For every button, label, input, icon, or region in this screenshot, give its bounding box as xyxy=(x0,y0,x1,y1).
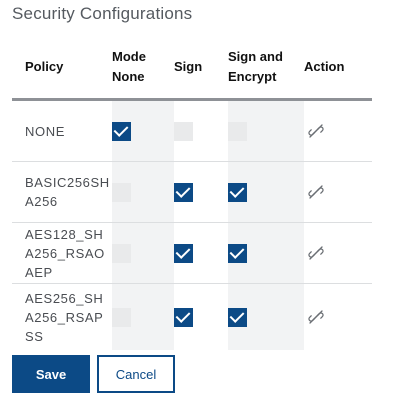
mode-none-checkbox xyxy=(112,182,131,202)
sign-and-encrypt-cell xyxy=(228,161,304,223)
policy-name: BASIC256SHA256 xyxy=(12,161,112,223)
column-header-sign: Sign xyxy=(174,36,228,101)
link-broken-icon[interactable] xyxy=(308,309,324,325)
sign-and-encrypt-cell xyxy=(228,222,304,284)
sign-checkbox[interactable] xyxy=(174,182,193,202)
mode-none-cell-inner xyxy=(112,101,174,161)
sign-cell-inner xyxy=(174,284,228,350)
mode-none-checkbox[interactable] xyxy=(112,121,131,141)
sign-and-encrypt-checkbox[interactable] xyxy=(228,307,247,327)
sign-cell xyxy=(174,284,228,351)
link-broken-icon[interactable] xyxy=(308,184,324,200)
sign-and-encrypt-cell xyxy=(228,283,304,350)
sign-cell xyxy=(174,161,228,223)
sign-cell xyxy=(174,222,228,284)
sign-checkbox xyxy=(174,121,193,141)
sign-checkbox[interactable] xyxy=(174,307,193,327)
sign-cell-inner xyxy=(174,162,228,222)
sign-and-encrypt-cell-inner xyxy=(228,162,304,222)
sign-checkbox[interactable] xyxy=(174,243,193,263)
action-cell xyxy=(304,161,372,223)
action-cell xyxy=(304,99,372,162)
page-title: Security Configurations xyxy=(12,4,193,23)
table-row: BASIC256SHA256 xyxy=(12,161,372,223)
action-cell-inner xyxy=(304,101,372,161)
action-cell-inner xyxy=(304,284,372,350)
link-broken-icon[interactable] xyxy=(308,123,324,139)
mode-none-cell xyxy=(112,222,174,284)
sign-and-encrypt-cell-inner xyxy=(228,101,304,161)
sign-and-encrypt-cell-inner xyxy=(228,223,304,283)
column-header-action: Action xyxy=(304,36,372,101)
sign-cell-inner xyxy=(174,101,228,161)
policy-name: AES256_SHA256_RSAPSS xyxy=(25,290,104,344)
mode-none-cell-inner xyxy=(112,223,174,283)
save-button[interactable]: Save xyxy=(12,355,90,393)
security-config-table: Policy Mode None Sign Sign and Encrypt A… xyxy=(12,36,372,350)
sign-cell xyxy=(174,99,228,162)
policy-name: NONE xyxy=(12,99,112,162)
mode-none-cell xyxy=(112,99,174,162)
sign-and-encrypt-cell-inner xyxy=(228,284,304,350)
mode-none-cell xyxy=(112,161,174,223)
mode-none-checkbox xyxy=(112,307,131,327)
cancel-button[interactable]: Cancel xyxy=(97,355,175,393)
security-configurations-page: Security Configurations Policy Mode None… xyxy=(0,0,400,400)
sign-cell-inner xyxy=(174,223,228,283)
mode-none-cell-inner xyxy=(112,162,174,222)
table-header-row: Policy Mode None Sign Sign and Encrypt A… xyxy=(12,36,372,101)
table-row: NONE xyxy=(12,99,372,162)
column-header-sign-and-encrypt: Sign and Encrypt xyxy=(228,36,304,101)
table-row: AES128_SHA256_RSAOAEP xyxy=(12,222,372,284)
sign-and-encrypt-checkbox[interactable] xyxy=(228,243,247,263)
column-header-mode-none: Mode None xyxy=(112,36,174,101)
mode-none-cell xyxy=(112,283,174,350)
mode-none-cell-inner xyxy=(112,284,174,350)
table-row: AES256_SHA256_RSAPSS xyxy=(12,283,372,351)
mode-none-checkbox xyxy=(112,243,131,263)
action-cell xyxy=(304,284,372,351)
action-cell-inner xyxy=(304,162,372,222)
sign-and-encrypt-checkbox xyxy=(228,121,247,141)
action-cell-inner xyxy=(304,223,372,283)
column-header-policy: Policy xyxy=(12,36,112,101)
action-cell xyxy=(304,222,372,284)
sign-and-encrypt-cell xyxy=(228,99,304,162)
link-broken-icon[interactable] xyxy=(308,245,324,261)
sign-and-encrypt-checkbox[interactable] xyxy=(228,182,247,202)
policy-name: AES128_SHA256_RSAOAEP xyxy=(12,222,112,284)
